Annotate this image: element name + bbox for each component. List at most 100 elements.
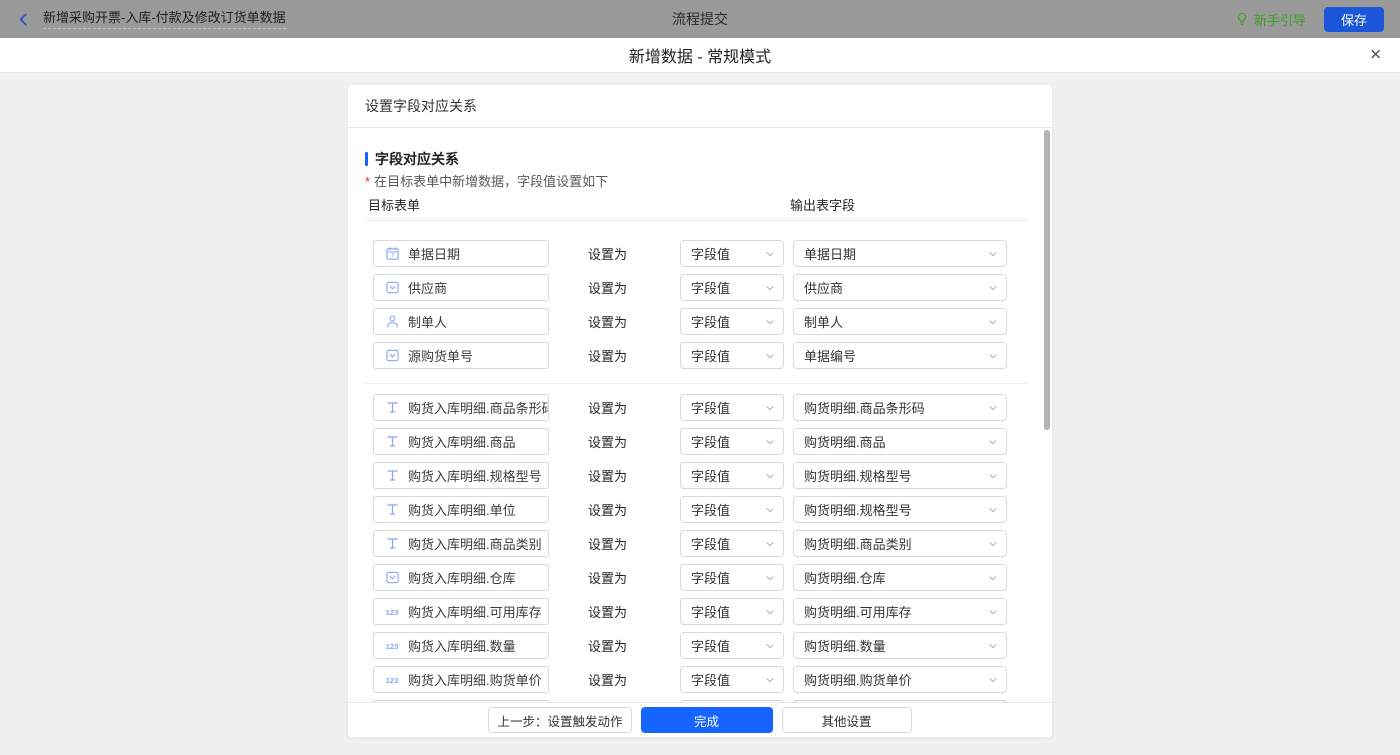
value-type-dropdown[interactable]: 字段值: [680, 598, 784, 625]
chevron-down-icon: [765, 403, 775, 413]
save-button[interactable]: 保存: [1324, 7, 1384, 32]
target-field-label: 购货入库明细.商品条形码: [408, 398, 549, 417]
back-button[interactable]: [16, 12, 31, 27]
field-mapping-row: 购货入库明细.单位 设置为 字段值 购货明细.规格型号: [365, 496, 1028, 523]
set-as-label: 设置为: [588, 312, 630, 331]
set-as-label: 设置为: [588, 466, 630, 485]
chevron-down-icon: [765, 573, 775, 583]
value-type-dropdown[interactable]: 字段值: [680, 428, 784, 455]
value-type-dropdown[interactable]: 字段值: [680, 496, 784, 523]
output-field-value: 购货明细.规格型号: [804, 466, 912, 485]
section-accent-bar: [365, 152, 368, 166]
value-type-dropdown[interactable]: 字段值: [680, 240, 784, 267]
value-type-value: 字段值: [691, 636, 730, 655]
set-as-label: 设置为: [588, 346, 630, 365]
target-field-box: 123 购货入库明细.可用库存: [373, 598, 549, 625]
value-type-dropdown[interactable]: 字段值: [680, 394, 784, 421]
number-icon: 123: [383, 604, 401, 620]
target-field-label: 购货入库明细.商品: [408, 432, 516, 451]
chevron-down-icon: [765, 249, 775, 259]
output-field-value: 购货明细.商品类别: [804, 534, 912, 553]
value-type-value: 字段值: [691, 432, 730, 451]
value-type-value: 字段值: [691, 244, 730, 263]
target-field-box: 购货入库明细.规格型号: [373, 462, 549, 489]
column-header-output-field: 输出表字段: [790, 195, 855, 214]
output-field-dropdown[interactable]: 供应商: [793, 274, 1007, 301]
set-as-label: 设置为: [588, 670, 630, 689]
value-type-dropdown[interactable]: 字段值: [680, 666, 784, 693]
value-type-dropdown[interactable]: 字段值: [680, 342, 784, 369]
target-field-box: 购货入库明细.商品条形码: [373, 394, 549, 421]
output-field-dropdown[interactable]: 购货明细.购货单价: [793, 666, 1007, 693]
set-as-label: 设置为: [588, 602, 630, 621]
set-as-label: 设置为: [588, 500, 630, 519]
output-field-dropdown[interactable]: 购货明细.仓库: [793, 564, 1007, 591]
output-field-dropdown[interactable]: 购货明细.商品: [793, 428, 1007, 455]
output-field-value: 购货明细.规格型号: [804, 500, 912, 519]
section-title: 字段对应关系: [365, 149, 1028, 169]
target-field-box: 购货入库明细.单位: [373, 496, 549, 523]
value-type-dropdown[interactable]: 字段值: [680, 530, 784, 557]
close-icon[interactable]: ✕: [1369, 48, 1382, 63]
output-field-value: 购货明细.购货单价: [804, 670, 912, 689]
text-icon: [383, 468, 401, 484]
column-headers: 目标表单 输出表字段: [365, 195, 1028, 221]
chevron-down-icon: [765, 641, 775, 651]
chevron-down-icon: [988, 675, 998, 685]
value-type-dropdown[interactable]: 字段值: [680, 632, 784, 659]
output-field-dropdown[interactable]: 购货明细.可用库存: [793, 598, 1007, 625]
chevron-down-icon: [765, 351, 775, 361]
svg-text:123: 123: [386, 608, 399, 617]
target-field-box: 7 单据日期: [373, 240, 549, 267]
target-field-label: 购货入库明细.单位: [408, 500, 516, 519]
chevron-down-icon: [765, 505, 775, 515]
field-mapping-row: 123 购货入库明细.可用库存 设置为 字段值 购货明细.可用库存: [365, 598, 1028, 625]
field-mapping-row: 制单人 设置为 字段值 制单人: [365, 308, 1028, 335]
output-field-dropdown[interactable]: 单据日期: [793, 240, 1007, 267]
target-field-box: 购货入库明细.仓库: [373, 564, 549, 591]
panel-scroll-area[interactable]: 字段对应关系 *在目标表单中新增数据，字段值设置如下 目标表单 输出表字段 7 …: [348, 128, 1052, 702]
value-type-value: 字段值: [691, 278, 730, 297]
field-mapping-row: 购货入库明细.规格型号 设置为 字段值 购货明细.规格型号: [365, 462, 1028, 489]
other-settings-button[interactable]: 其他设置: [782, 707, 912, 733]
mapping-group-detail: 购货入库明细.商品条形码 设置为 字段值 购货明细.商品条形码 购货入库明细.商…: [365, 383, 1028, 702]
mapping-group-main: 7 单据日期 设置为 字段值 单据日期 供应商 设置为 字段值: [365, 221, 1028, 369]
number-icon: 123: [383, 638, 401, 654]
chevron-down-icon: [988, 317, 998, 327]
output-field-dropdown[interactable]: 购货明细.商品类别: [793, 530, 1007, 557]
value-type-dropdown[interactable]: 字段值: [680, 274, 784, 301]
scrollbar-thumb[interactable]: [1044, 130, 1050, 430]
target-field-box: 购货入库明细.商品: [373, 428, 549, 455]
text-icon: [383, 536, 401, 552]
set-as-label: 设置为: [588, 244, 630, 263]
output-field-dropdown[interactable]: 购货明细.商品条形码: [793, 394, 1007, 421]
value-type-dropdown[interactable]: 字段值: [680, 564, 784, 591]
output-field-dropdown[interactable]: 购货明细.规格型号: [793, 496, 1007, 523]
output-field-dropdown[interactable]: 购货明细.数量: [793, 632, 1007, 659]
output-field-dropdown[interactable]: 单据编号: [793, 342, 1007, 369]
workflow-title[interactable]: 新增采购开票-入库-付款及修改订货单数据: [43, 10, 286, 29]
target-field-box: 制单人: [373, 308, 549, 335]
field-mapping-row: 购货入库明细.商品 设置为 字段值 购货明细.商品: [365, 428, 1028, 455]
value-type-dropdown[interactable]: 字段值: [680, 308, 784, 335]
chevron-down-icon: [765, 539, 775, 549]
prev-step-button[interactable]: 上一步：设置触发动作: [488, 707, 631, 733]
done-button[interactable]: 完成: [641, 707, 773, 733]
output-field-dropdown[interactable]: 制单人: [793, 308, 1007, 335]
output-field-dropdown[interactable]: 购货明细.规格型号: [793, 462, 1007, 489]
output-field-value: 购货明细.数量: [804, 636, 886, 655]
target-field-label: 制单人: [408, 312, 447, 331]
target-field-label: 购货入库明细.购货单价: [408, 670, 542, 689]
value-type-value: 字段值: [691, 466, 730, 485]
set-as-label: 设置为: [588, 568, 630, 587]
svg-text:7: 7: [390, 253, 394, 260]
required-mark: *: [365, 174, 370, 189]
beginner-guide-link[interactable]: 新手引导: [1235, 10, 1306, 29]
section-title-text: 字段对应关系: [375, 149, 459, 169]
output-field-value: 单据日期: [804, 244, 856, 263]
value-type-dropdown[interactable]: 字段值: [680, 462, 784, 489]
chevron-down-icon: [988, 505, 998, 515]
chevron-down-icon: [988, 573, 998, 583]
chevron-down-icon: [988, 539, 998, 549]
value-type-value: 字段值: [691, 568, 730, 587]
